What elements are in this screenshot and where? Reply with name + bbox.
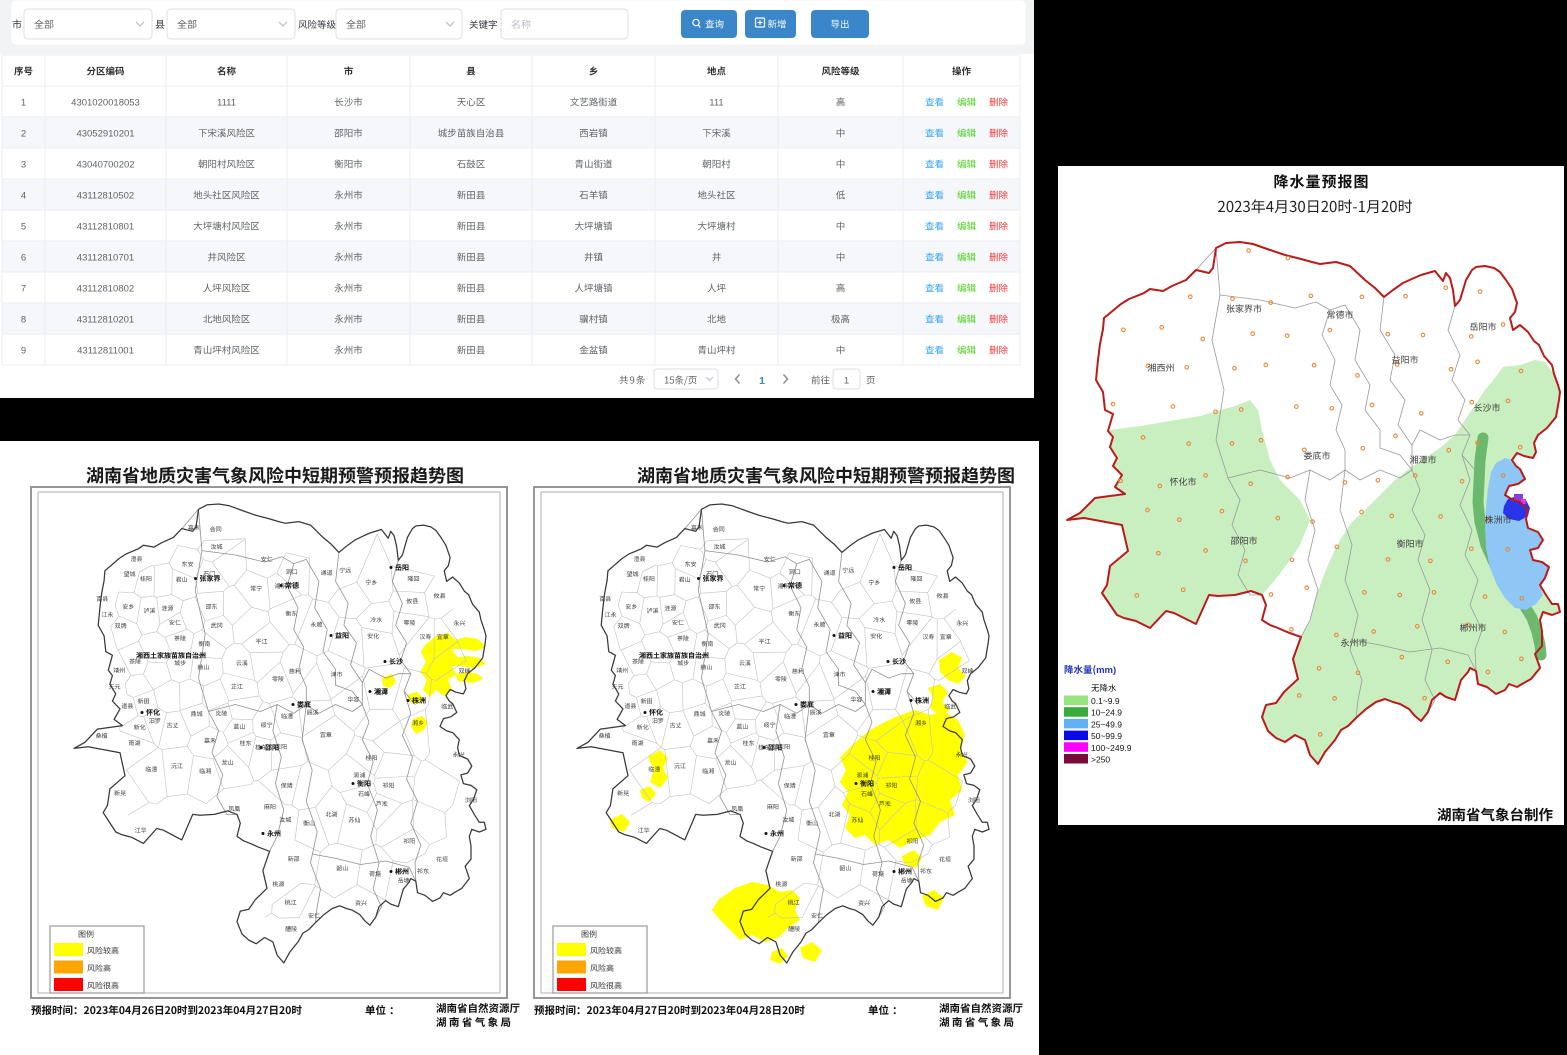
svg-text:1: 1 xyxy=(844,376,849,387)
svg-text:4: 4 xyxy=(21,191,26,202)
svg-text:43112810701: 43112810701 xyxy=(77,253,134,264)
svg-text:9: 9 xyxy=(21,346,26,357)
svg-text:7: 7 xyxy=(21,284,26,295)
svg-text:2: 2 xyxy=(21,129,26,140)
svg-text:43112810802: 43112810802 xyxy=(77,284,134,295)
svg-text:mm): mm) xyxy=(1096,665,1116,676)
svg-text:6: 6 xyxy=(21,253,26,264)
svg-text:0.1~9.9: 0.1~9.9 xyxy=(1091,696,1120,706)
svg-text:8: 8 xyxy=(21,315,26,326)
svg-text:43112810201: 43112810201 xyxy=(77,315,134,326)
svg-text:43112810502: 43112810502 xyxy=(77,191,134,202)
svg-text:4301020018053: 4301020018053 xyxy=(71,98,140,109)
svg-text:10~24.9: 10~24.9 xyxy=(1091,708,1122,718)
svg-text:1: 1 xyxy=(21,98,26,109)
svg-text:1111: 1111 xyxy=(217,98,236,109)
svg-text:3: 3 xyxy=(21,160,26,171)
svg-text:100~249.9: 100~249.9 xyxy=(1091,743,1132,753)
svg-text:43112810801: 43112810801 xyxy=(77,222,134,233)
svg-text:111: 111 xyxy=(709,98,723,109)
svg-text:>250: >250 xyxy=(1091,755,1110,765)
svg-text:5: 5 xyxy=(21,222,26,233)
svg-text:43052910201: 43052910201 xyxy=(76,129,134,140)
svg-text:43040700202: 43040700202 xyxy=(76,160,134,171)
svg-text:25~49.9: 25~49.9 xyxy=(1091,719,1122,729)
svg-text:1: 1 xyxy=(759,375,765,387)
svg-text:43112811001: 43112811001 xyxy=(77,346,134,357)
svg-text:50~99.9: 50~99.9 xyxy=(1091,731,1122,741)
